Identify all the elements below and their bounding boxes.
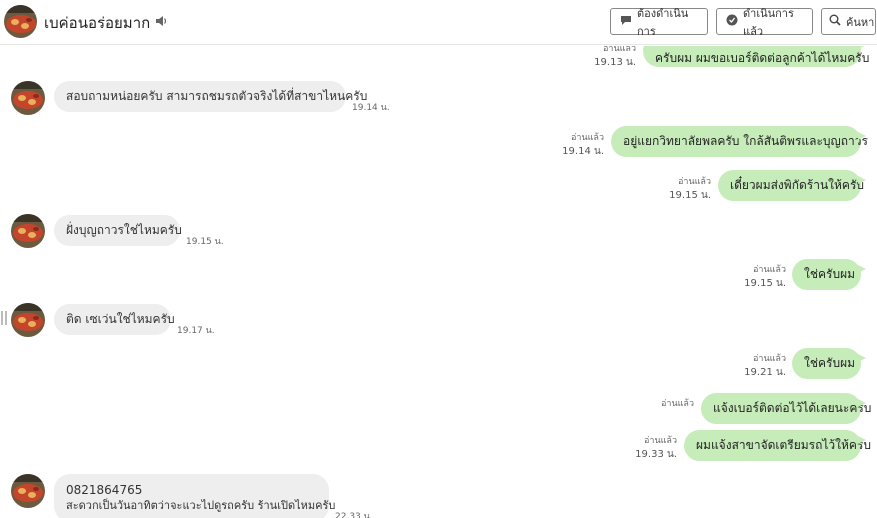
drag-handle[interactable] <box>1 311 7 325</box>
message-bubble-incoming[interactable]: ติด เซเว่นใช่ไหมครับ <box>54 304 175 335</box>
check-bubble-icon <box>726 14 738 29</box>
sender-avatar[interactable] <box>11 303 45 337</box>
chat-area[interactable]: อ่านแล้ว 19.13 น. ครับผม ผมขอเบอร์ติดต่อ… <box>0 46 877 518</box>
message-meta: อ่านแล้ว 19.13 น. <box>560 46 636 70</box>
read-status: อ่านแล้ว <box>603 46 636 54</box>
read-status: อ่านแล้ว <box>644 436 677 446</box>
message-bubble-outgoing[interactable]: เดี๋ยวผมส่งพิกัดร้านให้ครับ <box>718 170 866 201</box>
message-time: 19.21 น. <box>744 367 786 378</box>
done-button[interactable]: ดำเนินการแล้ว <box>716 7 813 38</box>
todo-button-label: ต้องดำเนินการ <box>637 6 689 38</box>
read-status: อ่านแล้ว <box>753 265 786 275</box>
speaker-icon[interactable] <box>154 13 168 32</box>
message-bubble-outgoing[interactable]: ใช่ครับผม <box>792 259 866 290</box>
message-text: สอบถามหน่อยครับ สามารถชมรถตัวจริงได้ที่ส… <box>66 89 368 103</box>
chat-header: เบค่อนอร่อยมาก ต้องดำเนินการ ดำเนินการแล… <box>0 0 877 45</box>
phone-number-text: 0821864765 <box>66 483 143 497</box>
message-text: ใช่ครับผม <box>804 356 856 370</box>
message-time: 22.33 น. <box>335 512 373 518</box>
todo-button[interactable]: ต้องดำเนินการ <box>610 7 708 38</box>
message-text: ครับผม ผมขอเบอร์ติดต่อลูกค้าได้ไหมครับ <box>655 50 870 65</box>
read-status: อ่านแล้ว <box>661 399 694 409</box>
message-meta: อ่านแล้ว <box>618 397 694 411</box>
message-meta: อ่านแล้ว 19.15 น. <box>635 175 711 203</box>
message-bubble-outgoing[interactable]: ใช่ครับผม <box>792 348 866 379</box>
message-time: 19.15 น. <box>744 278 786 289</box>
message-bubble-outgoing[interactable]: ครับผม ผมขอเบอร์ติดต่อลูกค้าได้ไหมครับ <box>643 46 869 67</box>
message-text: อยู่แยกวิทยาลัยพลครับ ใกล้สันติพรและบุญถ… <box>623 134 868 148</box>
message-text: ฝั่งบุญถาวรใช่ไหมครับ <box>66 223 182 237</box>
message-text: แจ้งเบอร์ติดต่อไว้ได้เลยนะครับ <box>713 401 872 415</box>
speech-bubble-icon <box>620 14 632 29</box>
read-status: อ่านแล้ว <box>571 133 604 143</box>
message-time: 19.17 น. <box>177 326 215 336</box>
contact-name: เบค่อนอร่อยมาก <box>44 14 151 32</box>
sender-avatar[interactable] <box>11 81 45 115</box>
contact-avatar[interactable] <box>4 5 37 38</box>
read-status: อ่านแล้ว <box>753 354 786 364</box>
done-button-label: ดำเนินการแล้ว <box>743 6 794 38</box>
message-time: 19.14 น. <box>352 103 390 113</box>
message-bubble-incoming[interactable]: สอบถามหน่อยครับ สามารถชมรถตัวจริงได้ที่ส… <box>54 81 367 112</box>
message-text: ติด เซเว่นใช่ไหมครับ <box>66 312 175 326</box>
message-bubble-outgoing[interactable]: ผมแจ้งสาขาจัดเตรียมรถไว้ให้ครับ <box>684 430 871 461</box>
message-time: 19.14 น. <box>562 146 604 157</box>
message-bubble-outgoing[interactable]: อยู่แยกวิทยาลัยพลครับ ใกล้สันติพรและบุญถ… <box>611 126 868 157</box>
search-icon <box>829 14 841 29</box>
message-bubble-incoming[interactable]: 0821864765 สะดวกเป็นวันอาทิตว่าจะแวะไปดู… <box>54 474 336 518</box>
message-time: 19.33 น. <box>635 449 677 460</box>
message-meta: อ่านแล้ว 19.21 น. <box>710 352 786 380</box>
message-time: 19.15 น. <box>669 190 711 201</box>
message-text: สะดวกเป็นวันอาทิตว่าจะแวะไปดูรถครับ ร้าน… <box>66 499 336 512</box>
message-meta: อ่านแล้ว 19.14 น. <box>528 131 604 159</box>
message-meta: อ่านแล้ว 19.15 น. <box>710 263 786 291</box>
search-button-label: ค้นหา <box>846 15 875 29</box>
sender-avatar[interactable] <box>11 474 45 508</box>
message-text: ผมแจ้งสาขาจัดเตรียมรถไว้ให้ครับ <box>696 438 872 452</box>
message-text: ใช่ครับผม <box>804 267 856 281</box>
search-button[interactable]: ค้นหา <box>821 8 876 35</box>
message-bubble-outgoing[interactable]: แจ้งเบอร์ติดต่อไว้ได้เลยนะครับ <box>701 393 871 424</box>
read-status: อ่านแล้ว <box>678 177 711 187</box>
message-bubble-incoming[interactable]: ฝั่งบุญถาวรใช่ไหมครับ <box>54 215 182 246</box>
message-time: 19.15 น. <box>186 237 224 247</box>
sender-avatar[interactable] <box>11 214 45 248</box>
message-meta: อ่านแล้ว 19.33 น. <box>601 434 677 462</box>
message-time: 19.13 น. <box>594 57 636 68</box>
message-text: เดี๋ยวผมส่งพิกัดร้านให้ครับ <box>730 178 865 192</box>
